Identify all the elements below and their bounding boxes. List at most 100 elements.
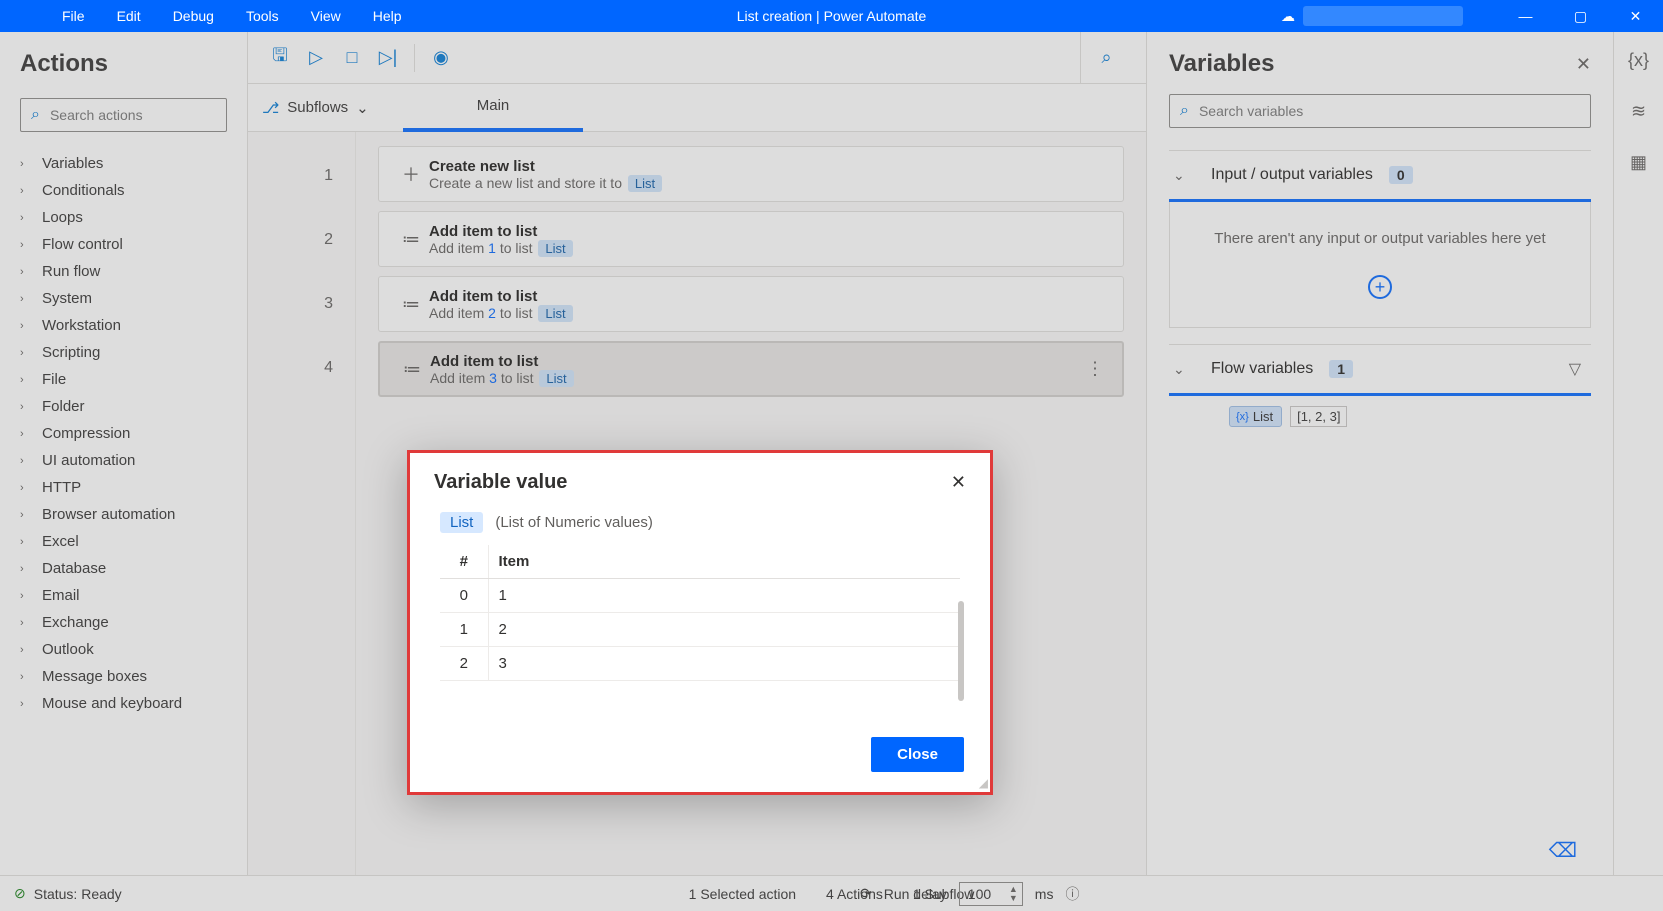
category-label: Compression <box>42 425 130 442</box>
step-title: Add item to list <box>429 288 573 305</box>
action-category-system[interactable]: ›System <box>20 285 227 312</box>
resize-handle[interactable]: ◢ <box>979 776 988 790</box>
action-category-compression[interactable]: ›Compression <box>20 420 227 447</box>
action-category-conditionals[interactable]: ›Conditionals <box>20 177 227 204</box>
action-category-outlook[interactable]: ›Outlook <box>20 636 227 663</box>
layers-icon[interactable]: ≋ <box>1631 101 1646 122</box>
flow-step[interactable]: ＋Create new listCreate a new list and st… <box>378 146 1124 202</box>
menu-tools[interactable]: Tools <box>230 0 295 32</box>
actions-tree[interactable]: ›Variables›Conditionals › Loops ›Flow contr… <box>20 150 227 717</box>
maximize-button[interactable]: ▢ <box>1553 0 1608 32</box>
category-label: Scripting <box>42 344 100 361</box>
action-category-run-flow[interactable]: ›Run flow <box>20 258 227 285</box>
variables-search[interactable]: ⌕ <box>1169 94 1591 128</box>
flow-step[interactable]: ≔Add item to listAdd item 2 to list List <box>378 276 1124 332</box>
dialog-row[interactable]: 01 <box>440 579 960 613</box>
action-category-variables[interactable]: ›Variables <box>20 150 227 177</box>
dialog-row[interactable]: 12 <box>440 613 960 647</box>
menu-edit[interactable]: Edit <box>101 0 157 32</box>
chevron-right-icon: › <box>20 293 34 305</box>
category-label: Run flow <box>42 263 100 280</box>
menu-help[interactable]: Help <box>357 0 418 32</box>
actions-search[interactable]: ⌕ <box>20 98 227 132</box>
io-variables-section[interactable]: ⌄ Input / output variables 0 <box>1169 150 1591 202</box>
flow-variables-section[interactable]: ⌄ Flow variables 1 ▽ <box>1169 344 1591 396</box>
info-icon[interactable]: ⓘ <box>1065 884 1079 904</box>
action-category-message-boxes[interactable]: ›Message boxes <box>20 663 227 690</box>
chevron-right-icon: › <box>20 158 34 170</box>
action-category-workstation[interactable]: ›Workstation <box>20 312 227 339</box>
flow-variables-count: 1 <box>1329 360 1353 378</box>
action-category-file[interactable]: ›File <box>20 366 227 393</box>
run-delay-input[interactable]: 100 ▲▼ <box>959 882 1023 906</box>
variable-x-icon: {x} <box>1236 411 1249 423</box>
step-button[interactable]: ▷| <box>370 40 406 76</box>
variables-panel: Variables ✕ ⌕ ⌄ Input / output variables… <box>1147 32 1613 875</box>
variable-chip[interactable]: {x} List <box>1229 406 1282 427</box>
action-category-ui-automation[interactable]: ›UI automation <box>20 447 227 474</box>
step-description: Add item 3 to list List <box>430 370 574 386</box>
action-category-excel[interactable]: ›Excel <box>20 528 227 555</box>
menu-view[interactable]: View <box>295 0 357 32</box>
add-io-variable-button[interactable]: + <box>1368 275 1392 299</box>
record-button[interactable]: ◉ <box>423 40 459 76</box>
category-label: Email <box>42 587 80 604</box>
user-badge[interactable]: ☁ <box>1281 0 1463 32</box>
flow-step[interactable]: ≔Add item to listAdd item 3 to list List… <box>378 341 1124 397</box>
action-category-loops[interactable]: › Loops <box>20 204 227 231</box>
account-icon: ☁ <box>1281 8 1295 25</box>
save-button[interactable]: 🖫 <box>262 40 298 76</box>
close-panel-button[interactable]: ✕ <box>1576 54 1591 75</box>
run-delay-value: 100 <box>968 886 991 902</box>
variables-icon[interactable]: {x} <box>1628 50 1649 71</box>
action-category-scripting[interactable]: › Scripting <box>20 339 227 366</box>
action-category-folder[interactable]: ›Folder <box>20 393 227 420</box>
chevron-down-icon: ⌄ <box>356 99 369 117</box>
toolbar-search-button[interactable]: ⌕ <box>1080 32 1132 84</box>
dialog-row[interactable]: 23 <box>440 647 960 681</box>
action-category-mouse-and-keyboard[interactable]: ›Mouse and keyboard <box>20 690 227 717</box>
close-window-button[interactable]: ✕ <box>1608 0 1663 32</box>
action-category-flow-control[interactable]: ›Flow control <box>20 231 227 258</box>
stop-button[interactable]: □ <box>334 40 370 76</box>
menu-file[interactable]: File <box>46 0 101 32</box>
user-name-blurred <box>1303 6 1463 26</box>
dialog-close-action-button[interactable]: Close <box>871 737 964 772</box>
minimize-button[interactable]: — <box>1498 0 1553 32</box>
status-bar: ⊘ Status: Ready 1 Selected action 4 Acti… <box>0 875 1663 911</box>
line-number: 4 <box>248 346 333 410</box>
dialog-scrollbar[interactable] <box>958 601 964 701</box>
menu-debug[interactable]: Debug <box>157 0 230 32</box>
chevron-right-icon: › <box>20 374 34 386</box>
action-category-email[interactable]: ›Email <box>20 582 227 609</box>
subflows-dropdown[interactable]: ⎇ Subflows ⌄ <box>248 99 403 117</box>
images-icon[interactable]: ▦ <box>1630 152 1647 173</box>
clear-button[interactable]: ⌫ <box>1549 838 1577 863</box>
chevron-right-icon: › <box>20 347 34 359</box>
category-label: Loops <box>42 209 83 226</box>
action-category-exchange[interactable]: ›Exchange <box>20 609 227 636</box>
flow-step[interactable]: ≔Add item to listAdd item 1 to list List <box>378 211 1124 267</box>
chevron-right-icon: › <box>20 212 34 224</box>
flow-variable-row[interactable]: {x} List [1, 2, 3] <box>1169 406 1591 427</box>
action-category-database[interactable]: ›Database <box>20 555 227 582</box>
actions-search-input[interactable] <box>50 107 231 123</box>
line-gutter: 1234 <box>248 132 356 875</box>
dialog-close-button[interactable]: ✕ <box>951 472 966 493</box>
action-category-http[interactable]: ›HTTP <box>20 474 227 501</box>
dialog-row-index: 2 <box>440 647 488 681</box>
run-button[interactable]: ▷ <box>298 40 334 76</box>
io-variables-count: 0 <box>1389 166 1413 184</box>
line-number: 3 <box>248 282 333 346</box>
filter-icon[interactable]: ▽ <box>1569 359 1587 379</box>
more-icon[interactable]: ⋮ <box>1086 359 1104 380</box>
chevron-down-icon: ⌄ <box>1173 361 1195 378</box>
step-icon: ＋ <box>393 161 429 187</box>
run-delay-unit: ms <box>1035 886 1054 902</box>
chevron-right-icon: › <box>20 698 34 710</box>
variables-search-input[interactable] <box>1199 103 1580 119</box>
variable-value: [1, 2, 3] <box>1290 406 1347 427</box>
tab-main[interactable]: Main <box>403 84 583 132</box>
category-label: HTTP <box>42 479 81 496</box>
action-category-browser-automation[interactable]: ›Browser automation <box>20 501 227 528</box>
